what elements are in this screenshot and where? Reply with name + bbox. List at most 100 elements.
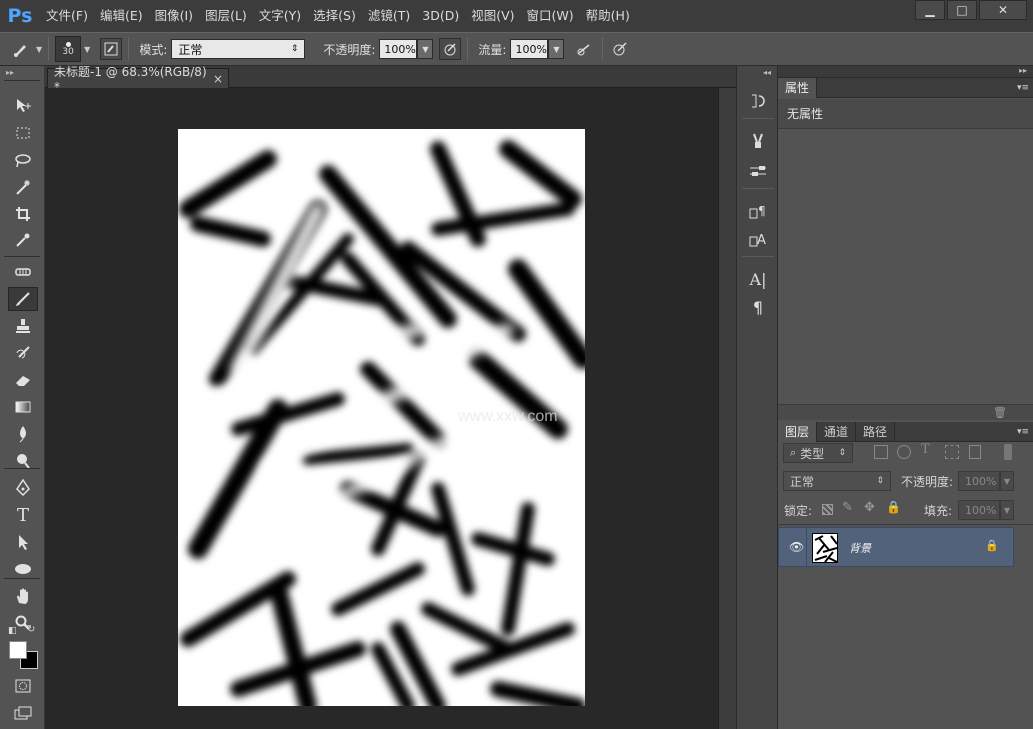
filter-search-icon: ⌕ xyxy=(790,446,797,459)
airbrush-icon[interactable] xyxy=(574,38,596,60)
blend-mode-value: 正常 xyxy=(790,474,815,489)
lock-transparent-icon[interactable] xyxy=(822,504,833,515)
menu-bar: Ps 文件(F) 编辑(E) 图像(I) 图层(L) 文字(Y) 选择(S) 滤… xyxy=(0,0,1033,32)
layer-filter-select[interactable]: ⌕ 类型 ⇕ xyxy=(783,443,853,463)
layers-panel-menu-icon[interactable]: ▾≡ xyxy=(1017,422,1029,441)
layers-panel-tabs: 图层 通道 路径 ▾≡ xyxy=(778,422,1033,442)
menu-select[interactable]: 选择(S) xyxy=(307,0,362,32)
path-select-icon[interactable] xyxy=(8,530,38,554)
pressure-size-icon[interactable] xyxy=(609,38,631,60)
screen-mode-icon[interactable] xyxy=(8,701,38,725)
character-panel-icon[interactable]: A| xyxy=(745,268,771,290)
right-panel-dock: ▸▸ 属性 ▾≡ 无属性 🗑 图层 通道 路径 ▾≡ ⌕ 类型 ⇕ T 正常 ⇕… xyxy=(778,66,1033,729)
crop-icon[interactable] xyxy=(8,202,38,226)
dock-collapse-icon[interactable]: ◂◂ xyxy=(763,68,771,77)
filter-pixel-icon[interactable] xyxy=(874,445,888,459)
window-controls: ▁ □ ✕ xyxy=(913,0,1027,20)
maximize-button[interactable]: □ xyxy=(947,0,977,20)
svg-text:¶: ¶ xyxy=(758,204,766,218)
paragraph-styles-panel-icon[interactable]: ¶ xyxy=(745,200,771,222)
brush-size-picker[interactable]: 30 xyxy=(55,36,82,62)
move-icon[interactable] xyxy=(8,94,38,118)
swap-colors-icon[interactable]: ↻ xyxy=(27,624,35,635)
vertical-scrollbar[interactable] xyxy=(718,88,736,729)
brush-size-dropdown-icon[interactable]: ▼ xyxy=(84,45,90,54)
document-canvas[interactable]: www.xxw.com xyxy=(178,129,585,706)
trash-icon[interactable]: 🗑 xyxy=(993,406,1007,419)
healing-icon[interactable] xyxy=(8,260,38,284)
blur-icon[interactable] xyxy=(8,422,38,446)
default-colors-icon[interactable]: ◧ xyxy=(8,626,17,636)
brush-strokes-artwork: www.xxw.com xyxy=(179,140,585,706)
layer-opacity-input[interactable]: 100% xyxy=(958,471,1000,491)
magic-wand-icon[interactable] xyxy=(8,175,38,199)
opacity-dropdown-icon[interactable]: ▼ xyxy=(417,39,434,59)
brush-tool-preset-icon[interactable] xyxy=(8,38,34,60)
pressure-opacity-icon[interactable] xyxy=(439,38,462,60)
updown-arrow-icon: ⇕ xyxy=(290,44,299,54)
history-panel-icon[interactable] xyxy=(745,90,771,112)
foreground-color-swatch[interactable] xyxy=(9,641,27,659)
menu-help[interactable]: 帮助(H) xyxy=(580,0,636,32)
menu-edit[interactable]: 编辑(E) xyxy=(94,0,149,32)
brush-presets-panel-icon[interactable] xyxy=(745,160,771,182)
tool-presets-panel-icon[interactable] xyxy=(745,130,771,152)
toolbox-collapse-icon[interactable]: ▸▸ xyxy=(6,68,14,77)
menu-view[interactable]: 视图(V) xyxy=(465,0,520,32)
lock-all-icon[interactable]: 🔒 xyxy=(886,500,901,514)
lasso-icon[interactable] xyxy=(8,148,38,172)
fill-input[interactable]: 100% xyxy=(958,500,1000,520)
minimize-button[interactable]: ▁ xyxy=(915,0,945,20)
eye-icon[interactable]: 👁 xyxy=(789,540,804,554)
document-tab[interactable]: 未标题-1 @ 68.3%(RGB/8) * × xyxy=(47,65,229,94)
brush-icon[interactable] xyxy=(8,287,38,311)
tab-paths[interactable]: 路径 xyxy=(856,422,896,442)
eyedropper-icon[interactable] xyxy=(8,228,38,252)
menu-type[interactable]: 文字(Y) xyxy=(253,0,307,32)
lock-image-icon[interactable]: ✎ xyxy=(842,500,853,515)
dodge-icon[interactable] xyxy=(8,449,38,473)
history-brush-icon[interactable] xyxy=(8,341,38,365)
clone-stamp-icon[interactable] xyxy=(8,314,38,338)
close-button[interactable]: ✕ xyxy=(979,0,1027,20)
character-styles-panel-icon[interactable]: A xyxy=(745,228,771,250)
marquee-icon[interactable] xyxy=(8,121,38,145)
brush-panel-toggle-icon[interactable] xyxy=(100,38,123,60)
menu-image[interactable]: 图像(I) xyxy=(149,0,199,32)
menu-3d[interactable]: 3D(D) xyxy=(416,0,465,32)
menu-layer[interactable]: 图层(L) xyxy=(199,0,253,32)
menu-filter[interactable]: 滤镜(T) xyxy=(362,0,416,32)
preset-dropdown-icon[interactable]: ▼ xyxy=(36,45,42,54)
close-tab-icon[interactable]: × xyxy=(213,72,223,86)
menu-file[interactable]: 文件(F) xyxy=(40,0,94,32)
quick-mask-icon[interactable] xyxy=(8,674,38,698)
flow-dropdown-icon[interactable]: ▼ xyxy=(548,39,565,59)
layer-row-background[interactable]: 👁 背景 🔒 xyxy=(778,527,1014,567)
filter-toggle[interactable] xyxy=(1004,444,1012,460)
filter-smart-object-icon[interactable] xyxy=(969,445,981,459)
eraser-icon[interactable] xyxy=(8,368,38,392)
properties-panel-menu-icon[interactable]: ▾≡ xyxy=(1017,78,1029,97)
flow-input[interactable]: 100% xyxy=(510,39,549,59)
filter-shape-icon[interactable] xyxy=(945,445,959,459)
mode-select[interactable]: 正常 ⇕ xyxy=(171,39,306,59)
layer-opacity-dropdown-icon[interactable]: ▼ xyxy=(1000,471,1014,491)
pen-icon[interactable] xyxy=(8,476,38,500)
tab-properties[interactable]: 属性 xyxy=(778,78,818,98)
properties-content: 无属性 xyxy=(778,99,1033,129)
tab-layers[interactable]: 图层 xyxy=(778,422,818,442)
layer-opacity-label: 不透明度: xyxy=(901,475,954,489)
tab-channels[interactable]: 通道 xyxy=(817,422,857,442)
right-dock-collapse-icon[interactable]: ▸▸ xyxy=(1019,66,1027,75)
paragraph-panel-icon[interactable]: ¶ xyxy=(745,296,771,318)
type-icon[interactable]: T xyxy=(8,503,38,527)
filter-type-icon[interactable]: T xyxy=(921,442,930,457)
menu-window[interactable]: 窗口(W) xyxy=(521,0,580,32)
gradient-icon[interactable] xyxy=(8,395,38,419)
blend-mode-select[interactable]: 正常 ⇕ xyxy=(783,471,891,491)
lock-position-icon[interactable]: ✥ xyxy=(864,500,875,515)
fill-dropdown-icon[interactable]: ▼ xyxy=(1000,500,1014,520)
filter-adjustment-icon[interactable] xyxy=(897,445,911,459)
hand-icon[interactable] xyxy=(8,584,38,608)
opacity-input[interactable]: 100% xyxy=(379,39,418,59)
